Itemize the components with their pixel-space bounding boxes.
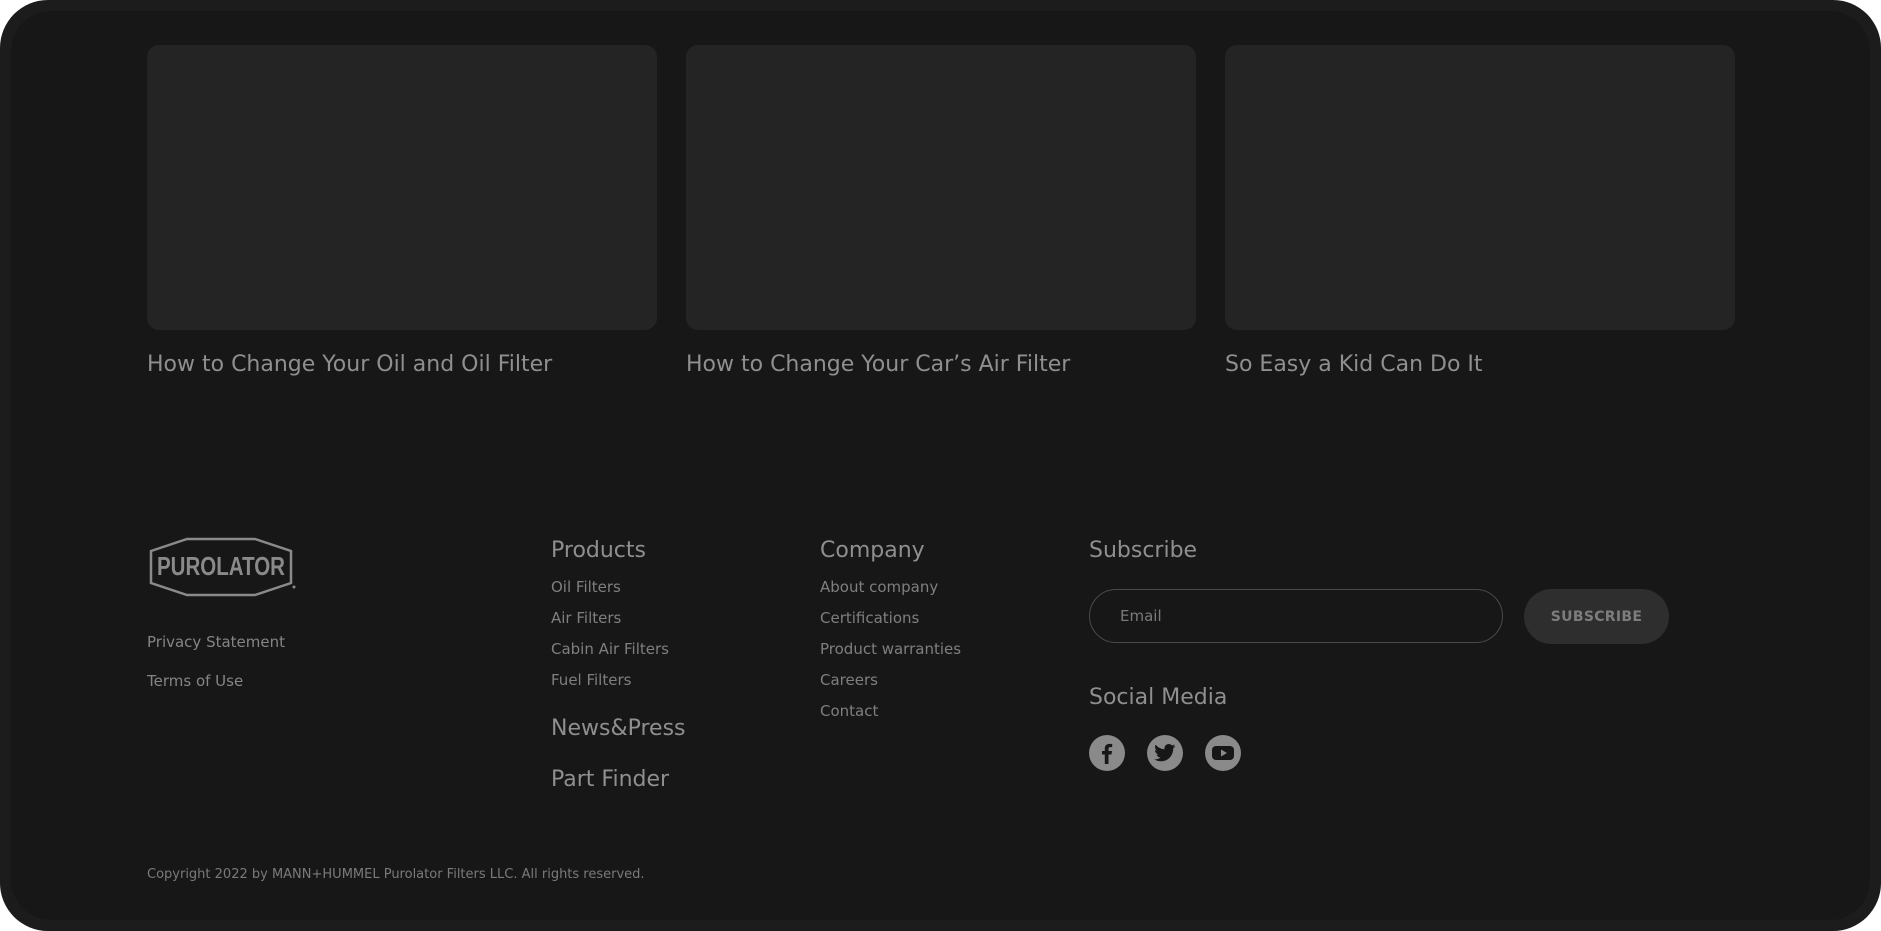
youtube-icon[interactable] <box>1205 735 1241 771</box>
article-title[interactable]: How to Change Your Car’s Air Filter <box>686 350 1196 380</box>
twitter-icon[interactable] <box>1147 735 1183 771</box>
article-thumbnail[interactable] <box>147 45 657 330</box>
company-heading[interactable]: Company <box>820 537 925 565</box>
subscribe-button[interactable]: SUBSCRIBE <box>1524 589 1669 644</box>
privacy-statement-link[interactable]: Privacy Statement <box>147 633 285 651</box>
article-title[interactable]: So Easy a Kid Can Do It <box>1225 350 1735 380</box>
cabin-air-filters-link[interactable]: Cabin Air Filters <box>551 639 669 659</box>
news-press-link[interactable]: News&Press <box>551 715 686 743</box>
terms-of-use-link[interactable]: Terms of Use <box>147 672 243 690</box>
svg-text:PUROLATOR: PUROLATOR <box>157 551 285 581</box>
email-input[interactable] <box>1089 589 1503 643</box>
article-card[interactable]: So Easy a Kid Can Do It <box>1225 45 1735 380</box>
certifications-link[interactable]: Certifications <box>820 608 919 628</box>
oil-filters-link[interactable]: Oil Filters <box>551 577 621 597</box>
facebook-icon[interactable] <box>1089 735 1125 771</box>
contact-link[interactable]: Contact <box>820 701 878 721</box>
products-heading[interactable]: Products <box>551 537 646 565</box>
article-card[interactable]: How to Change Your Car’s Air Filter <box>686 45 1196 380</box>
part-finder-link[interactable]: Part Finder <box>551 766 669 794</box>
device-frame: How to Change Your Oil and Oil Filter Ho… <box>0 0 1881 931</box>
about-company-link[interactable]: About company <box>820 577 938 597</box>
purolator-logo[interactable]: PUROLATOR <box>147 537 297 599</box>
page-screen: How to Change Your Oil and Oil Filter Ho… <box>11 11 1870 920</box>
article-card[interactable]: How to Change Your Oil and Oil Filter <box>147 45 657 380</box>
copyright-text: Copyright 2022 by MANN+HUMMEL Purolator … <box>147 867 645 882</box>
fuel-filters-link[interactable]: Fuel Filters <box>551 670 631 690</box>
subscribe-heading: Subscribe <box>1089 538 1198 563</box>
article-title[interactable]: How to Change Your Oil and Oil Filter <box>147 350 657 380</box>
product-warranties-link[interactable]: Product warranties <box>820 639 961 659</box>
article-thumbnail[interactable] <box>686 45 1196 330</box>
careers-link[interactable]: Careers <box>820 670 878 690</box>
article-thumbnail[interactable] <box>1225 45 1735 330</box>
social-media-heading: Social Media <box>1089 685 1228 710</box>
air-filters-link[interactable]: Air Filters <box>551 608 621 628</box>
